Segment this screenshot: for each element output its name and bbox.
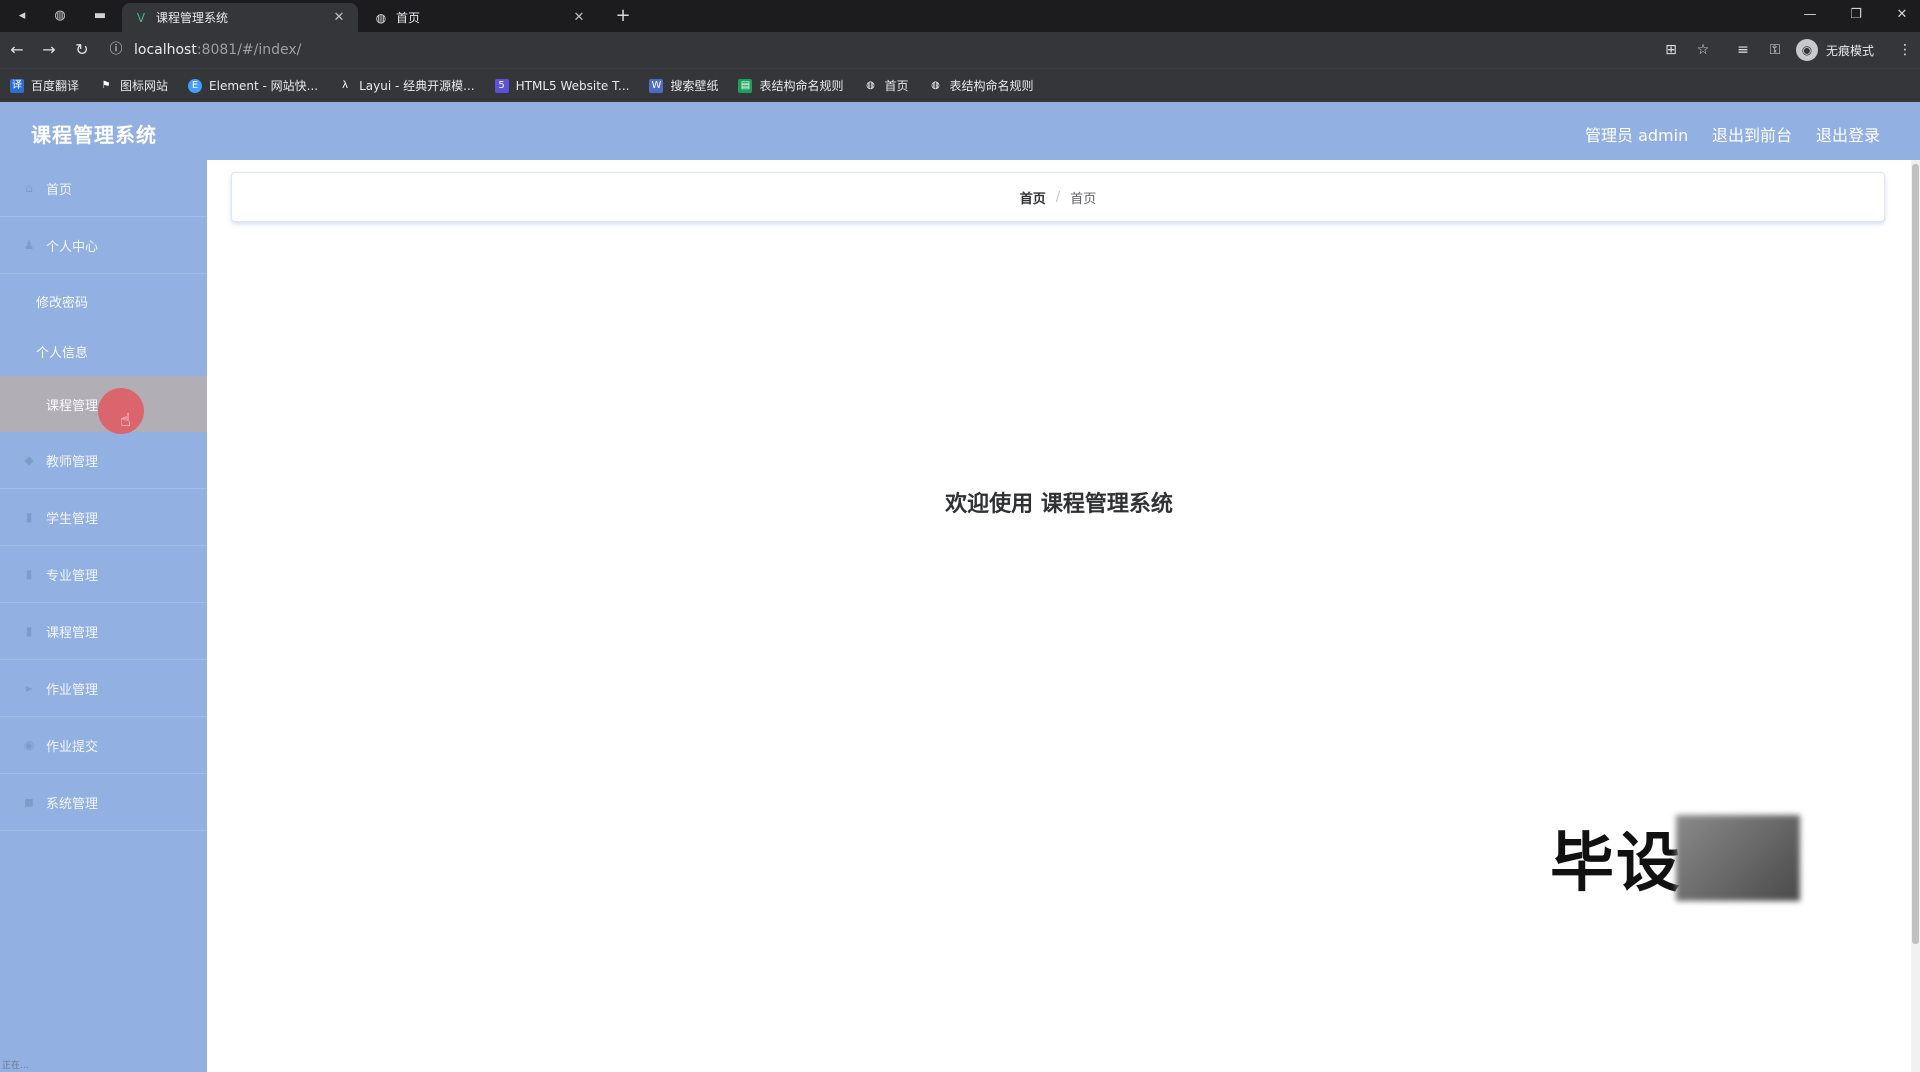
sidebar-item-teacher-management[interactable]: ◆ 教师管理 [0,432,207,489]
breadcrumb: 首页 / 首页 [231,172,1885,222]
status-text: 正在... [2,1061,29,1071]
incognito-icon: ◉ [1796,39,1818,61]
html5-icon: 5 [494,78,509,93]
vue-icon: V [136,10,146,25]
bookmark-item[interactable]: ▤ 表结构命名规则 [738,77,843,94]
watermark-text: 毕设 [1550,827,1682,901]
breadcrumb-separator: / [1055,189,1061,205]
globe-icon: ◍ [931,79,940,91]
tab-title: 课程管理系统 [156,11,229,25]
bookmark-item[interactable]: ◍ 首页 [863,77,908,94]
admin-user-label[interactable]: 管理员 admin [1585,122,1688,146]
sidebar-item-task-management[interactable]: ▸ 作业管理 [0,660,207,717]
star-icon[interactable]: ☆ [1692,39,1714,61]
sidebar-item-course-management[interactable]: ▮ 课程管理 [0,603,207,660]
task-icon: ▸ [25,681,33,695]
key-icon[interactable]: ⚿ [1764,39,1786,61]
tab-title: 首页 [396,11,421,25]
tab-strip: ◂ ◍ ▬ V 课程管理系统 ✕ ◍ 首页 ✕ + — ❐ ✕ [0,0,1920,32]
sidebar: ⌂ 首页 ♟ 个人中心 修改密码 个人信息 课程管理 ◆ 教师管理 ▮ 学生管理… [0,160,207,1072]
scrollbar-thumb[interactable] [1912,164,1919,944]
media-icon[interactable]: ≡ [1732,39,1754,61]
settings-icon: ◼ [24,795,34,809]
tab-course-system[interactable]: V 课程管理系统 ✕ [122,3,358,32]
bookmark-item[interactable]: 5 HTML5 Website T... [494,78,629,93]
cursor-icon: ☝ [120,410,131,431]
green-doc-icon: ▤ [738,78,753,93]
close-icon[interactable]: ✕ [572,10,586,25]
new-tab-button[interactable]: + [612,5,634,27]
exit-to-frontend-link[interactable]: 退出到前台 [1712,122,1792,146]
watermark-blurred-region [1676,815,1800,901]
course-icon: ▮ [25,624,33,638]
url-host: localhost [134,42,197,58]
sidebar-item-home[interactable]: ⌂ 首页 [0,160,207,217]
sidebar-item-task-submit[interactable]: ◉ 作业提交 [0,717,207,774]
bookmark-item[interactable]: λ Layui - 经典开源模... [338,77,474,94]
element-icon: E [188,78,203,93]
forward-icon[interactable]: → [38,39,60,61]
incognito-indicator[interactable]: ◉ 无痕模式 [1796,37,1874,63]
audio-icon[interactable]: ◂ [12,6,32,26]
bookmarks-bar: 译百度翻译 ⚑ 图标网站 E Element - 网站快... λ Layui - 经… [0,68,1920,102]
teacher-icon: ◆ [24,453,34,467]
back-icon[interactable]: ← [6,39,28,61]
home-icon: ⌂ [25,181,33,195]
sidebar-subitem-change-password[interactable]: 修改密码 [0,276,207,326]
sidebar-item-major-management[interactable]: ▮ 专业管理 [0,546,207,603]
app-title: 课程管理系统 [31,123,157,147]
flag-icon: ⚑ [101,79,111,91]
close-window-icon[interactable]: ✕ [1889,4,1915,26]
sidebar-subitem-personal-info[interactable]: 个人信息 [0,326,207,376]
bookmark-item[interactable]: ⚑ 图标网站 [99,77,169,94]
info-icon[interactable]: ⓘ [108,42,124,58]
reload-icon[interactable]: ↻ [71,39,93,61]
user-icon: ♟ [23,238,35,252]
breadcrumb-home[interactable]: 首页 [1020,188,1046,207]
bookmark-item[interactable]: E Element - 网站快... [188,77,318,94]
major-icon: ▮ [25,567,33,581]
minimize-icon[interactable]: — [1797,4,1823,26]
browser-chrome: ◂ ◍ ▬ V 课程管理系统 ✕ ◍ 首页 ✕ + — ❐ ✕ ← → ↻ ⓘ … [0,0,1920,102]
layui-icon: λ [342,79,349,91]
sidebar-item-personal-center[interactable]: ♟ 个人中心 [0,217,207,274]
app-container: 课程管理系统 管理员 admin 退出到前台 退出登录 ⌂ 首页 ♟ 个人中心 … [0,102,1920,1072]
close-icon[interactable]: ✕ [332,10,346,25]
app-header: 课程管理系统 管理员 admin 退出到前台 退出登录 [0,102,1920,160]
main-content: 首页 / 首页 欢迎使用 课程管理系统 [207,160,1911,1072]
bookmark-item[interactable]: ◍ 表结构命名规则 [929,77,1033,94]
globe-icon[interactable]: ◍ [50,6,70,26]
page-scrollbar[interactable] [1911,160,1920,1072]
submit-icon: ◉ [23,738,35,752]
welcome-message: 欢迎使用 课程管理系统 [945,492,1173,517]
tab-home[interactable]: ◍ 首页 ✕ [362,3,598,32]
globe-icon: ◍ [866,79,875,91]
logout-link[interactable]: 退出登录 [1816,122,1880,146]
baidu-translate-icon: 译 [10,78,24,93]
incognito-label: 无痕模式 [1826,43,1875,58]
wallpaper-icon: W [649,78,664,93]
sidebar-item-student-management[interactable]: ▮ 学生管理 [0,489,207,546]
bookmark-item[interactable]: W 搜索壁纸 [649,77,718,94]
window-icon[interactable]: ▬ [90,6,110,26]
breadcrumb-current: 首页 [1070,191,1097,207]
url-path: :8081/#/index/ [196,42,302,58]
browser-toolbar: ← → ↻ ⓘ localhost:8081/#/index/ ⊞ ☆ ≡ ⚿ … [0,32,1920,68]
bookmark-item[interactable]: 译百度翻译 [10,77,79,94]
watermark: 毕设 [1550,812,1800,904]
sidebar-item-system-management[interactable]: ◼ 系统管理 [0,774,207,831]
menu-dots-icon[interactable]: ⋮ [1894,39,1916,61]
globe-icon: ◍ [375,10,387,25]
address-bar[interactable]: ⓘ localhost:8081/#/index/ [108,36,1686,64]
student-icon: ▮ [25,510,33,524]
restore-icon[interactable]: ❐ [1843,4,1869,26]
translate-icon[interactable]: ⊞ [1660,39,1682,61]
